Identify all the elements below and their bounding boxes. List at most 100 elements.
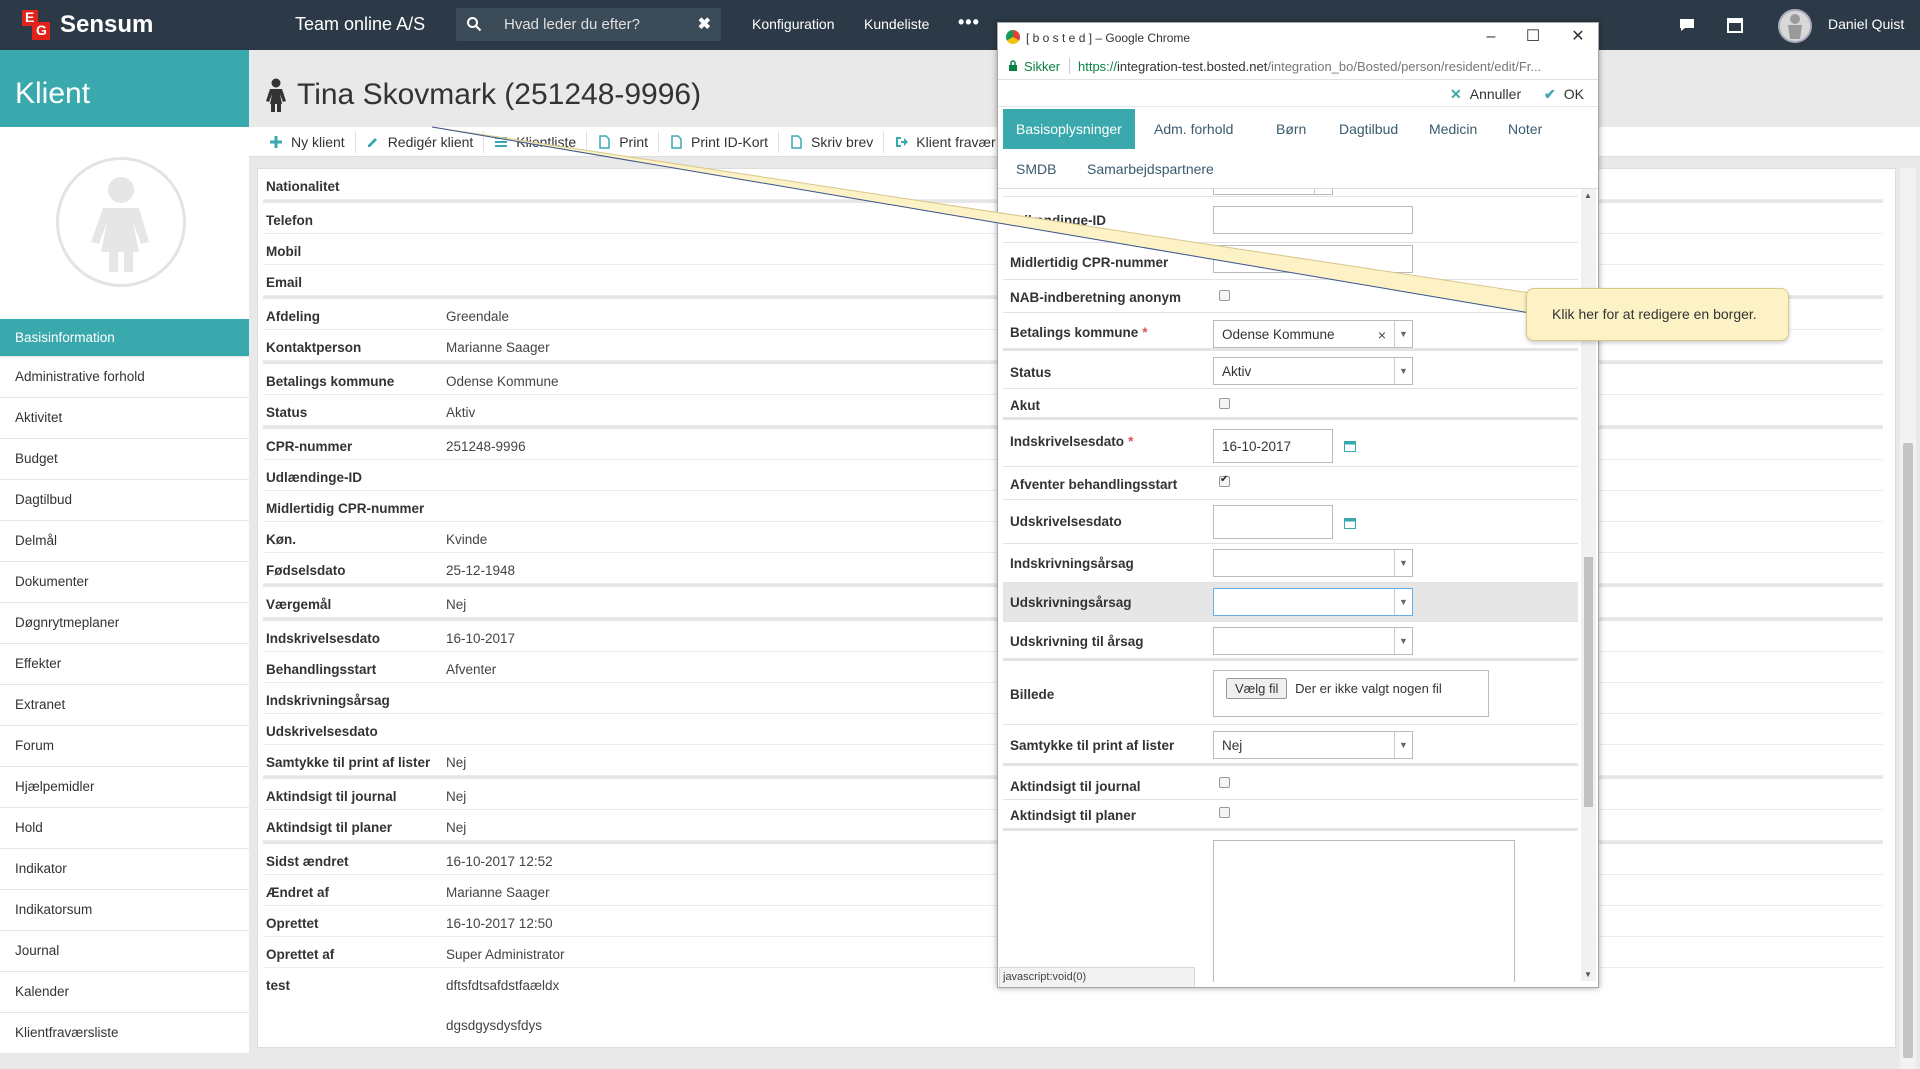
form-row: Udskrivning til årsag ▼ [1003,622,1578,661]
samtykke-select[interactable]: Nej ▼ [1213,731,1413,759]
detail-value: dftsfdtsafdstfaældx [446,978,560,993]
sidebar-item-doegnrytmeplaner[interactable]: Døgnrytmeplaner [0,603,249,644]
popup-titlebar[interactable]: [ b o s t e d ] – Google Chrome – ☐ ✕ [998,23,1598,52]
scroll-up-icon[interactable]: ▲ [1584,191,1592,200]
calendar-icon[interactable] [1344,440,1356,452]
sidebar-item-indikator[interactable]: Indikator [0,849,249,890]
betalings-kommune-value: Odense Kommune [1222,327,1335,342]
ok-button[interactable]: ✔ OK [1544,86,1584,103]
write-letter-button[interactable]: Skriv brev [779,130,885,153]
profile-picture-area [0,127,249,319]
tab-dagtilbud[interactable]: Dagtilbud [1326,109,1411,149]
aktindsigt-journal-checkbox[interactable] [1219,777,1230,788]
form-row: Midlertidig CPR-nummer [1003,243,1578,280]
popup-tabs: Basisoplysninger Adm. forhold Børn Dagti… [998,107,1598,189]
female-person-icon [91,177,149,272]
new-client-button[interactable]: Ny klient [259,130,356,153]
detail-label: Oprettet [266,916,319,931]
clear-selection-icon[interactable]: × [1378,327,1386,343]
field-label: Akut [1010,398,1040,413]
sidebar-item-journal[interactable]: Journal [0,931,249,972]
chrome-icon [1006,30,1020,44]
cancel-button[interactable]: ✕ Annuller [1450,86,1521,103]
detail-value: 16-10-2017 12:50 [446,916,553,931]
udskrivningsaarsag-select[interactable]: ▼ [1213,588,1413,616]
detail-label: Køn. [266,532,296,547]
sidebar-item-effekter[interactable]: Effekter [0,644,249,685]
indskrivningsaarsag-select[interactable]: ▼ [1213,549,1413,577]
more-menu-icon[interactable]: ••• [958,12,980,33]
close-window-icon[interactable]: ✕ [1566,27,1590,47]
chevron-down-icon: ▼ [1394,732,1412,758]
user-name[interactable]: Daniel Quist [1828,16,1904,32]
client-list-button[interactable]: Klientliste [484,130,588,153]
clear-search-icon[interactable]: ✖ [698,14,711,34]
nab-anonym-checkbox[interactable] [1219,290,1230,301]
tab-medicin[interactable]: Medicin [1416,109,1490,149]
tab-adm-forhold[interactable]: Adm. forhold [1141,109,1246,149]
scroll-down-icon[interactable]: ▼ [1584,970,1592,979]
detail-label: Mobil [266,244,302,259]
status-select[interactable]: Aktiv ▼ [1213,357,1413,385]
aktindsigt-planer-checkbox[interactable] [1219,807,1230,818]
midlertidig-cpr-input[interactable] [1213,245,1413,273]
detail-value: Marianne Saager [446,885,550,900]
page-scrollbar[interactable] [1900,168,1916,1069]
maximize-icon[interactable]: ☐ [1521,27,1545,47]
tab-noter[interactable]: Noter [1495,109,1555,149]
sidebar-item-kalender[interactable]: Kalender [0,972,249,1013]
tooltip-bubble: Klik her for at redigere en borger. [1526,288,1789,341]
sidebar-item-delmaal[interactable]: Delmål [0,521,249,562]
udskrivelsesdato-input[interactable] [1213,505,1333,539]
minimize-icon[interactable]: – [1479,27,1503,47]
nav-kundeliste[interactable]: Kundeliste [864,16,929,32]
page-scrollbar-thumb[interactable] [1903,443,1913,1058]
indskrivelsesdato-input[interactable]: 16-10-2017 [1213,429,1333,463]
sidebar-item-dagtilbud[interactable]: Dagtilbud [0,480,249,521]
tab-boern[interactable]: Børn [1263,109,1319,149]
sidebar-item-hold[interactable]: Hold [0,808,249,849]
tab-samarbejdspartnere[interactable]: Samarbejdspartnere [1074,149,1227,189]
sidebar-item-administrative-forhold[interactable]: Administrative forhold [0,357,249,398]
url-text[interactable]: https://integration-test.bosted.net/inte… [1078,59,1593,74]
udlaendinge-id-input[interactable] [1213,206,1413,234]
notes-textarea[interactable] [1213,840,1515,982]
chat-icon[interactable] [1678,16,1696,34]
sidebar-item-aktivitet[interactable]: Aktivitet [0,398,249,439]
print-id-card-button[interactable]: Print ID-Kort [659,130,780,153]
sidebar-item-basisinformation[interactable]: Basisinformation [0,319,249,357]
sidebar-item-indikatorsum[interactable]: Indikatorsum [0,890,249,931]
logo[interactable]: E G Sensum [22,9,153,40]
team-name[interactable]: Team online A/S [295,14,425,35]
choose-file-button[interactable]: Vælg fil [1226,678,1288,699]
field-label: Aktindsigt til planer [1010,808,1137,823]
user-avatar[interactable] [1778,9,1812,43]
detail-label: Betalings kommune [266,374,395,389]
edit-client-button[interactable]: Redigér klient [356,130,485,153]
betalings-kommune-select[interactable]: Odense Kommune × ▼ [1213,320,1413,348]
tab-basisoplysninger[interactable]: Basisoplysninger [1003,109,1135,149]
client-absence-button[interactable]: Klient fravær [884,131,1005,153]
secure-label: Sikker [1024,59,1061,74]
tab-smdb[interactable]: SMDB [1003,149,1069,189]
afventer-checkbox[interactable] [1219,474,1230,487]
address-bar[interactable]: Sikker https://integration-test.bosted.n… [998,52,1598,80]
sidebar-item-dokumenter[interactable]: Dokumenter [0,562,249,603]
sidebar-item-klientfravaersliste[interactable]: Klientfraværsliste [0,1013,249,1054]
sidebar-item-hjaelpemidler[interactable]: Hjælpemidler [0,767,249,808]
udskrivning-til-aarsag-select[interactable]: ▼ [1213,627,1413,655]
calendar-icon[interactable] [1726,16,1744,34]
sidebar-item-budget[interactable]: Budget [0,439,249,480]
print-label: Print [619,133,649,150]
akut-checkbox[interactable] [1219,398,1230,409]
print-button[interactable]: Print [587,130,660,153]
popup-scrollbar-thumb[interactable] [1584,557,1593,807]
nav-konfiguration[interactable]: Konfiguration [752,16,835,32]
partial-select[interactable]: ▼ [1213,189,1333,195]
sidebar-item-forum[interactable]: Forum [0,726,249,767]
calendar-icon[interactable] [1344,517,1356,529]
sidebar-item-extranet[interactable]: Extranet [0,685,249,726]
search-input[interactable] [504,14,684,35]
field-label: Udskrivning til årsag [1010,634,1144,649]
document-icon [791,134,802,149]
